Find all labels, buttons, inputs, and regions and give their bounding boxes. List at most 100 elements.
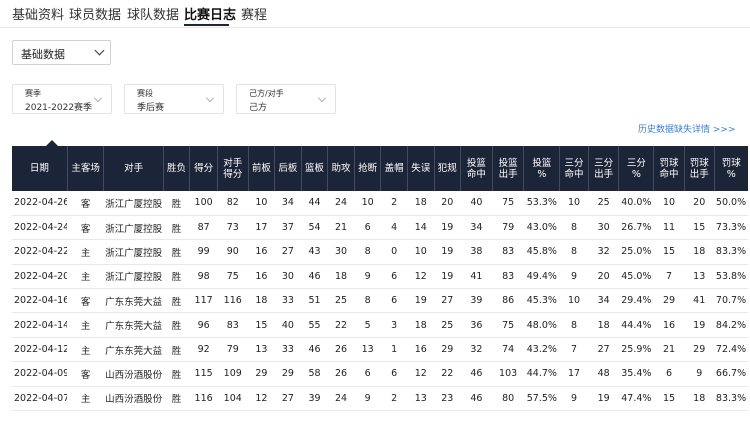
column-header[interactable]: 抢断 [354, 146, 382, 191]
table-cell: 25.9% [621, 344, 652, 356]
table-cell: 19 [414, 295, 427, 307]
column-header-label: 三分 [564, 157, 584, 169]
table-cell: 2022-04-22 [14, 246, 68, 258]
table-cell: 2022-04-16 [14, 295, 68, 307]
column-header[interactable]: 失误 [407, 146, 435, 191]
table-cell: 6 [364, 368, 371, 380]
column-header[interactable]: 得分 [189, 146, 218, 191]
table-cell: 33 [281, 344, 294, 356]
table-cell: 83 [502, 270, 515, 282]
column-header[interactable]: 前板 [248, 146, 276, 191]
table-cell: 2 [391, 197, 398, 209]
table-cell: 18 [597, 319, 610, 331]
side-filter-value: 己方 [249, 103, 268, 113]
tab-game-log[interactable]: 比赛日志 [184, 4, 236, 26]
table-row[interactable]: 2022-04-26 客 浙江广厦控股胜 100 82 10 34 44 24 10 2 18 20 40… [12, 191, 748, 216]
table-cell: 10 [414, 246, 427, 258]
table-cell: 19 [441, 246, 454, 258]
table-row[interactable]: 2022-04-07 主 山西汾酒股份胜 116 104 12 27 39 24 9 2 13 23 46… [12, 386, 748, 411]
stat-type-select[interactable]: 基础数据 [12, 40, 111, 65]
active-tab-underline [184, 24, 229, 26]
column-header[interactable]: 三分% [618, 146, 655, 191]
table-cell: 25.0% [621, 246, 652, 258]
table-cell: 19 [597, 392, 610, 404]
table-cell: 43.0% [526, 222, 557, 234]
column-header[interactable]: 主客场 [67, 146, 105, 191]
column-header[interactable]: 日期 [12, 140, 68, 191]
stage-filter[interactable]: 赛段 季后赛 [124, 84, 224, 114]
tab-schedule[interactable]: 赛程 [241, 4, 267, 23]
table-cell: 44.4% [621, 319, 652, 331]
table-cell: 48.0% [526, 319, 557, 331]
table-cell: 40.0% [621, 197, 652, 209]
table-row[interactable]: 2022-04-12 主 广东东莞大益胜 92 79 13 33 46 26 13 1 16 29 32 7… [12, 337, 748, 362]
column-header-label: % [726, 168, 736, 180]
season-filter[interactable]: 赛季 2021-2022赛季 [12, 84, 112, 114]
table-row[interactable]: 2022-04-14 主 广东东莞大益胜 96 83 15 40 55 22 5 3 18 25 36 75… [12, 313, 748, 338]
column-header[interactable]: 后板 [274, 146, 302, 191]
table-cell: 41 [693, 295, 706, 307]
table-cell: 2022-04-24 [14, 222, 68, 234]
column-header[interactable]: 篮板 [301, 146, 329, 191]
column-header-label: 犯规 [437, 163, 457, 174]
table-cell: 6 [391, 295, 398, 307]
column-header[interactable]: 投篮 出手 [492, 146, 525, 191]
column-header[interactable]: 投篮 命中 [460, 146, 493, 191]
table-cell: 4 [391, 222, 398, 234]
table-cell: 44.7% [526, 368, 557, 380]
table-cell: 胜 [171, 321, 182, 333]
column-header[interactable]: 助攻 [327, 146, 355, 191]
tab-team-stats[interactable]: 球队数据 [127, 4, 179, 23]
table-cell: 30 [597, 222, 610, 234]
table-cell: 17 [567, 368, 581, 380]
table-row[interactable]: 2022-04-24 客 浙江广厦控股胜 87 73 17 37 54 21 6 4 14 19 34 79… [12, 215, 748, 240]
table-cell: 29 [663, 295, 676, 307]
table-cell: 40 [281, 319, 294, 331]
column-header[interactable]: 盖帽 [380, 146, 408, 191]
column-header[interactable]: 罚球 出手 [684, 146, 715, 191]
table-cell: 39 [470, 295, 483, 307]
column-header-label: 日期 [29, 163, 49, 174]
table-cell: 2022-04-14 [14, 319, 68, 331]
column-header[interactable]: 罚球 命中 [653, 146, 685, 191]
tab-player-stats[interactable]: 球员数据 [69, 4, 121, 23]
table-cell: 37 [281, 222, 294, 234]
table-row[interactable]: 2022-04-22 主浙江广厦控股胜 99 90 16 27 43 30 8 0 10 19 38 83… [12, 240, 748, 265]
table-cell: 34 [281, 197, 294, 209]
table-cell: 46 [470, 368, 483, 380]
table-cell: 36 [470, 319, 483, 331]
table-cell: 7 [666, 270, 673, 282]
table-cell: 1 [391, 344, 398, 356]
table-cell: 13 [255, 344, 268, 356]
column-header-label: 命中 [564, 168, 584, 180]
column-header[interactable]: 犯规 [434, 146, 462, 191]
table-cell: 18 [693, 246, 706, 258]
column-header[interactable]: 罚球% [714, 146, 748, 191]
side-filter[interactable]: 己方/对手 己方 [236, 84, 336, 114]
tab-basic-info[interactable]: 基础资料 [12, 4, 64, 23]
table-cell: 26.7% [621, 222, 652, 234]
table-row[interactable]: 2022-04-16 客广东东莞大益胜 117 116 18 33 51 25 8 6 19 27 39… [12, 289, 748, 313]
top-tab-bar: 基础资料 球员数据 球队数据 比赛日志 赛程 [0, 0, 750, 28]
table-cell: 主 [80, 321, 91, 333]
table-cell: 胜 [171, 198, 182, 210]
table-cell: 浙江广厦控股 [105, 198, 163, 210]
column-header-label: 三分 [594, 157, 614, 169]
chevron-down-icon [317, 93, 327, 103]
column-header-label: 罚球 [689, 157, 709, 169]
column-header[interactable]: 胜负 [163, 146, 191, 191]
column-header[interactable]: 三分 命中 [559, 146, 589, 191]
column-header-label: 命中 [466, 168, 486, 180]
table-row[interactable]: 2022-04-09 客 山西汾酒股份胜 115 109 29 29 58 26 6 6 12 22 46… [12, 362, 748, 387]
table-cell: 75 [226, 270, 239, 282]
table-row[interactable]: 2022-04-20 主 浙江广厦控股胜 98 75 16 30 46 18 9 6 12 19 41 83… [12, 264, 748, 289]
chevron-down-icon [205, 93, 215, 103]
column-header-label: 得分 [194, 163, 214, 174]
column-header[interactable]: 投篮% [523, 146, 561, 191]
column-header[interactable]: 三分 出手 [588, 146, 620, 191]
column-header[interactable]: 对手 得分 [217, 146, 249, 191]
table-cell: 82 [226, 197, 239, 209]
column-header-label: 投篮 [532, 157, 552, 169]
column-header[interactable]: 对手 [103, 146, 164, 191]
history-missing-data-link[interactable]: 历史数据缺失详情 >>> [638, 122, 735, 135]
